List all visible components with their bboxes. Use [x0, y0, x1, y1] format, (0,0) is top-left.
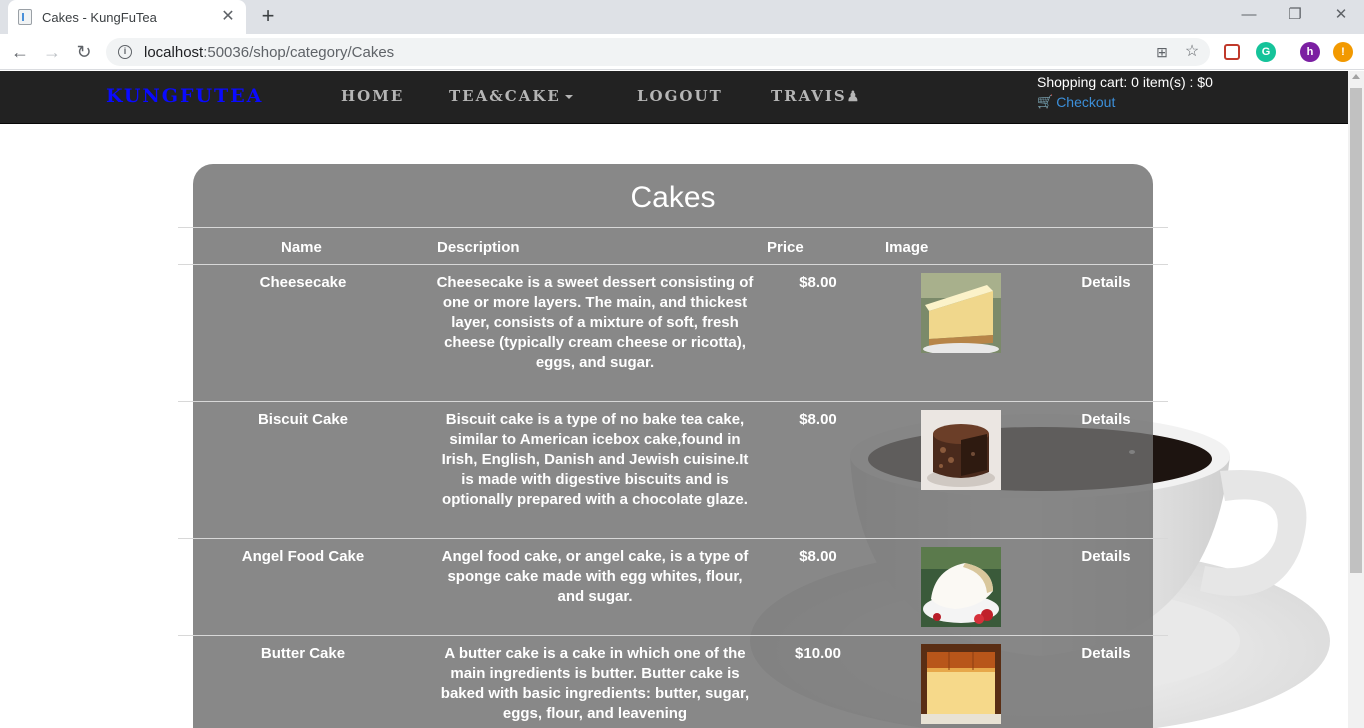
browser-tabbar: Cakes - KungFuTea ✕ + — ❐ ✕ [0, 0, 1364, 34]
product-image-angel-food-cake[interactable] [921, 547, 1001, 627]
column-header-name[interactable]: Name [281, 239, 322, 256]
shopping-cart-icon: 🛒 [1037, 94, 1054, 109]
table-divider [178, 227, 1168, 228]
new-tab-button[interactable]: + [256, 5, 280, 29]
details-link[interactable]: Details [1072, 410, 1140, 430]
nav-user-label: TRAVIS [771, 87, 847, 105]
nav-home[interactable]: HOME [341, 87, 404, 105]
page-title: Cakes [630, 181, 716, 214]
column-header-image[interactable]: Image [885, 239, 928, 256]
tab-title: Cakes - KungFuTea [42, 9, 157, 25]
url-host: localhost [144, 43, 204, 61]
product-name: Butter Cake [260, 645, 346, 662]
site-navbar: KUNGFUTEA HOME TEA&CAKE LOGOUT TRAVIS♟ S… [0, 71, 1348, 124]
product-price: $8.00 [799, 411, 837, 428]
product-description: A butter cake is a cake in which one of … [440, 645, 750, 722]
nav-tea-cake-label: TEA&CAKE [449, 87, 561, 105]
browser-toolbar: ← → ↻ i localhost:50036/shop/category/Ca… [0, 34, 1364, 70]
page-scrollbar[interactable] [1348, 71, 1364, 728]
grammarly-icon[interactable]: G [1256, 42, 1276, 62]
brand-logo[interactable]: KUNGFUTEA [106, 85, 263, 107]
product-name: Angel Food Cake [241, 548, 365, 565]
nav-logout[interactable]: LOGOUT [637, 87, 723, 105]
address-bar[interactable]: i localhost:50036/shop/category/Cakes ⊞ … [106, 38, 1210, 66]
table-divider [178, 538, 1168, 539]
nav-tea-cake-dropdown[interactable]: TEA&CAKE [449, 87, 573, 105]
profile-avatar[interactable]: h [1300, 42, 1320, 62]
product-name: Cheesecake [259, 274, 347, 291]
caret-down-icon [564, 95, 573, 99]
translate-icon[interactable]: ⊞ [1152, 42, 1172, 62]
url-text: localhost:50036/shop/category/Cakes [144, 44, 394, 61]
forward-icon[interactable]: → [40, 40, 64, 64]
checkout-label: Checkout [1056, 94, 1116, 110]
column-header-price[interactable]: Price [767, 239, 804, 256]
column-header-description[interactable]: Description [437, 239, 520, 256]
product-image-butter-cake[interactable] [921, 644, 1001, 724]
back-icon[interactable]: ← [8, 40, 32, 64]
product-price: $8.00 [799, 274, 837, 291]
cart-summary: Shopping cart: 0 item(s) : $0 [1037, 74, 1213, 90]
pocket-icon[interactable] [1224, 44, 1240, 60]
product-price: $8.00 [799, 548, 837, 565]
page-viewport: Cakes Name Description Price Image Chees… [0, 71, 1348, 728]
bookmark-star-icon[interactable]: ☆ [1182, 42, 1202, 62]
details-link[interactable]: Details [1072, 644, 1140, 664]
url-path: :50036/shop/category/Cakes [203, 43, 395, 61]
details-link[interactable]: Details [1072, 273, 1140, 293]
scroll-up-icon[interactable] [1352, 74, 1360, 79]
restore-icon[interactable]: ❐ [1272, 4, 1318, 28]
nav-user[interactable]: TRAVIS♟ [771, 87, 861, 105]
product-description: Angel food cake, or angel cake, is a typ… [441, 548, 749, 605]
reload-icon[interactable]: ↻ [72, 40, 96, 64]
details-link[interactable]: Details [1072, 547, 1140, 567]
user-icon: ♟ [846, 89, 862, 105]
product-image-biscuit-cake[interactable] [921, 410, 1001, 490]
checkout-link[interactable]: 🛒 Checkout [1037, 94, 1115, 110]
product-description: Biscuit cake is a type of no bake tea ca… [441, 411, 749, 508]
table-divider [178, 401, 1168, 402]
table-divider [178, 264, 1168, 265]
product-name: Biscuit Cake [257, 411, 349, 428]
table-divider [178, 635, 1168, 636]
product-description: Cheesecake is a sweet dessert consisting… [436, 274, 754, 371]
info-icon[interactable]: i [118, 45, 132, 59]
product-price: $10.00 [795, 645, 841, 662]
browser-tab[interactable]: Cakes - KungFuTea ✕ [8, 0, 246, 34]
page-icon [18, 9, 32, 25]
scrollbar-thumb[interactable] [1350, 88, 1362, 573]
minimize-icon[interactable]: — [1226, 4, 1272, 28]
product-image-cheesecake[interactable] [921, 273, 1001, 353]
update-alert-icon[interactable]: ! [1333, 42, 1353, 62]
close-window-icon[interactable]: ✕ [1318, 4, 1364, 28]
close-tab-icon[interactable]: ✕ [220, 9, 236, 25]
